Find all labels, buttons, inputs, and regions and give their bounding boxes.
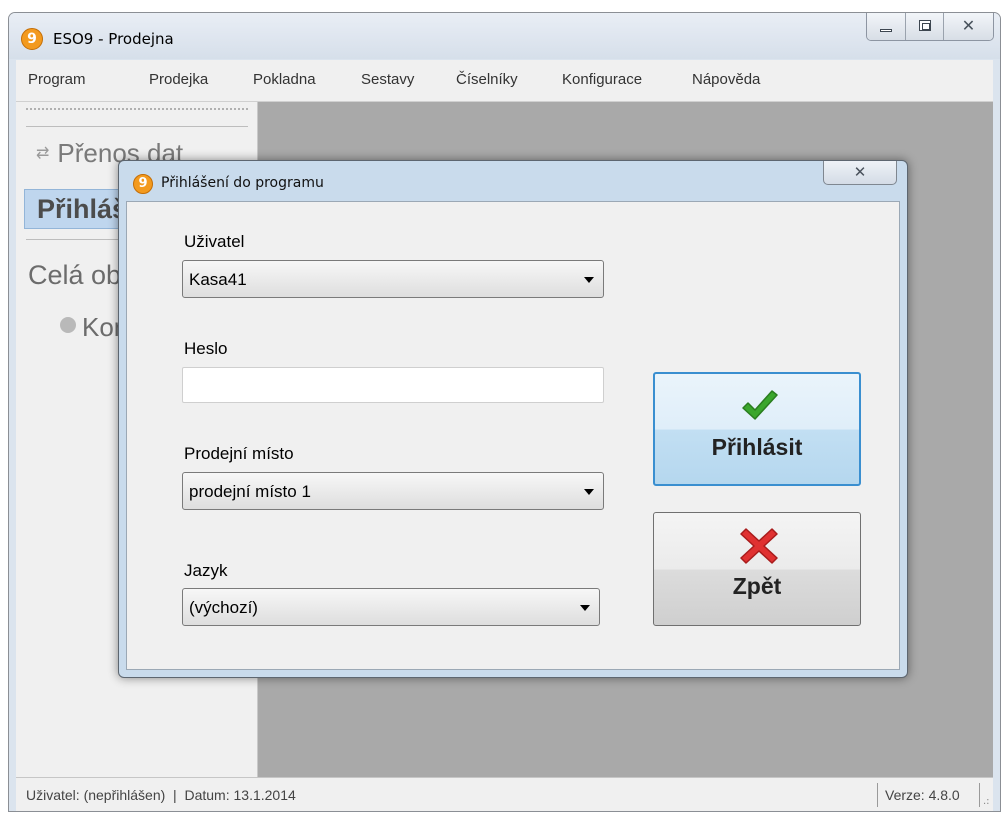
divider [979,783,980,807]
dialog-close-button[interactable]: ✕ [823,161,897,185]
resize-grip-icon[interactable]: .: [983,796,990,807]
language-label: Jazyk [184,561,228,580]
menu-ciselniky[interactable]: Číselníky [456,71,518,88]
minimize-icon [880,29,892,32]
password-field[interactable] [182,367,604,403]
menu-napoveda[interactable]: Nápověda [692,71,760,88]
divider [877,783,878,807]
dialog-body: Uživatel Kasa41 Heslo Prodejní místo pro… [126,201,900,670]
chevron-down-icon [584,277,594,283]
status-version: Verze: 4.8.0 [885,787,960,803]
window-title: ESO9 - Prodejna [53,30,174,48]
menu-sestavy[interactable]: Sestavy [361,71,414,88]
user-select[interactable]: Kasa41 [182,260,604,298]
store-select[interactable]: prodejní místo 1 [182,472,604,510]
close-icon: ✕ [853,163,867,181]
login-button[interactable]: Přihlásit [653,372,861,486]
title-bar[interactable]: 9 ESO9 - Prodejna ✕ [9,13,1000,59]
app-logo-icon: 9 [21,28,43,50]
language-select[interactable]: (výchozí) [182,588,600,626]
back-button[interactable]: Zpět [653,512,861,626]
language-select-value: (výchozí) [189,598,258,617]
back-button-label: Zpět [732,573,782,599]
login-dialog: 9 Přihlášení do programu ✕ Uživatel Kasa… [118,160,908,678]
user-label: Uživatel [184,232,245,251]
login-button-label: Přihlásit [711,434,803,460]
app-logo-icon: 9 [133,174,153,194]
store-select-value: prodejní místo 1 [189,482,311,501]
maximize-icon [919,20,931,31]
menu-program[interactable]: Program [28,71,86,88]
close-button[interactable]: ✕ [943,13,993,40]
status-bar: Uživatel: (nepřihlášen) | Datum: 13.1.20… [16,777,993,811]
divider [26,126,248,127]
minimize-button[interactable] [867,13,905,40]
close-icon: ✕ [961,16,976,35]
cross-icon [740,528,778,564]
chevron-down-icon [584,489,594,495]
menu-pokladna[interactable]: Pokladna [253,71,316,88]
menu-konfigurace[interactable]: Konfigurace [562,71,642,88]
close-circle-icon [60,317,76,333]
maximize-button[interactable] [905,13,943,40]
dialog-title: Přihlášení do programu [161,175,324,191]
window-controls: ✕ [866,13,994,41]
status-user-date: Uživatel: (nepřihlášen) | Datum: 13.1.20… [26,787,296,803]
sidebar-grip[interactable] [26,108,248,110]
transfer-icon: ⇄ [36,145,50,162]
chevron-down-icon [580,605,590,611]
menu-bar: Program Prodejka Pokladna Sestavy Číseln… [16,60,993,102]
user-select-value: Kasa41 [189,270,247,289]
store-label: Prodejní místo [184,444,294,463]
menu-prodejka[interactable]: Prodejka [149,71,208,88]
check-icon [742,390,778,420]
password-label: Heslo [184,339,228,358]
